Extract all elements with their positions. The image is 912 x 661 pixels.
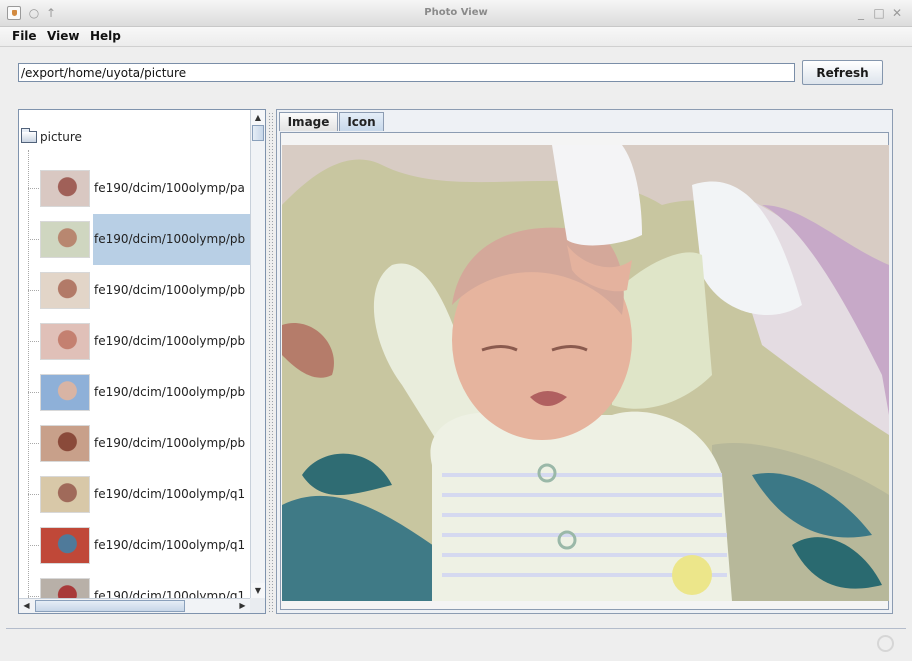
tree-item[interactable]: fe190/dcim/100olymp/pb bbox=[19, 367, 250, 418]
tree-connector-branch bbox=[28, 290, 39, 291]
close-icon[interactable]: ✕ bbox=[890, 6, 904, 20]
photo-thumbnail[interactable] bbox=[40, 221, 90, 258]
baby-photo bbox=[282, 145, 889, 601]
vertical-scrollbar[interactable]: ▲ ▼ bbox=[250, 110, 265, 598]
folder-icon bbox=[21, 128, 37, 143]
refresh-button[interactable]: Refresh bbox=[802, 60, 883, 85]
tab-image[interactable]: Image bbox=[279, 112, 338, 131]
tree-item[interactable]: fe190/dcim/100olymp/pb bbox=[19, 316, 250, 367]
tree-item[interactable]: fe190/dcim/100olymp/q1 bbox=[19, 520, 250, 571]
scroll-down-icon[interactable]: ▼ bbox=[251, 583, 265, 598]
tree-connector-branch bbox=[28, 596, 39, 597]
path-input[interactable] bbox=[18, 63, 795, 82]
tab-content bbox=[280, 132, 889, 610]
maximize-icon[interactable]: □ bbox=[872, 6, 886, 20]
tree-connector-branch bbox=[28, 392, 39, 393]
photo-thumbnail[interactable] bbox=[40, 323, 90, 360]
photo-thumbnail[interactable] bbox=[40, 374, 90, 411]
menu-help[interactable]: Help bbox=[90, 29, 121, 43]
tree-connector-branch bbox=[28, 188, 39, 189]
tree-item[interactable]: fe190/dcim/100olymp/q1 bbox=[19, 469, 250, 520]
tree-item[interactable]: fe190/dcim/100olymp/pb bbox=[19, 214, 253, 265]
status-bar-separator bbox=[6, 628, 906, 629]
tab-icon[interactable]: Icon bbox=[339, 112, 384, 131]
tree-item-label[interactable]: fe190/dcim/100olymp/q1 bbox=[93, 520, 253, 571]
tree-item[interactable]: fe190/dcim/100olymp/pa bbox=[19, 163, 250, 214]
tree-connector-branch bbox=[28, 545, 39, 546]
tree-item[interactable]: fe190/dcim/100olymp/pb bbox=[19, 265, 250, 316]
tree-connector-branch bbox=[28, 239, 39, 240]
tree-item[interactable]: fe190/dcim/100olymp/pb bbox=[19, 418, 250, 469]
tree-item-label[interactable]: fe190/dcim/100olymp/pb bbox=[93, 265, 253, 316]
scroll-up-icon[interactable]: ▲ bbox=[251, 110, 265, 125]
photo-thumbnail[interactable] bbox=[40, 425, 90, 462]
tree-item-label[interactable]: fe190/dcim/100olymp/pa bbox=[93, 163, 253, 214]
minimize-icon[interactable]: _ bbox=[854, 6, 868, 20]
tree-item-label[interactable]: fe190/dcim/100olymp/pb bbox=[93, 214, 253, 265]
tree-item-label[interactable]: fe190/dcim/100olymp/pb bbox=[93, 367, 253, 418]
scroll-right-icon[interactable]: ▶ bbox=[235, 599, 250, 613]
tree-connector-branch bbox=[28, 443, 39, 444]
window-title: Photo View bbox=[424, 7, 488, 18]
busy-indicator-icon bbox=[877, 635, 894, 652]
tree-connector-branch bbox=[28, 494, 39, 495]
photo-thumbnail[interactable] bbox=[40, 272, 90, 309]
tree-connector-branch bbox=[28, 341, 39, 342]
horizontal-scrollbar[interactable]: ◀ ▶ bbox=[19, 598, 250, 613]
tree-item-label[interactable]: fe190/dcim/100olymp/q1 bbox=[93, 469, 253, 520]
tabbed-pane: Image Icon bbox=[276, 109, 893, 614]
tree-root-label: picture bbox=[40, 130, 82, 144]
photo-thumbnail[interactable] bbox=[40, 170, 90, 207]
photo-thumbnail[interactable] bbox=[40, 527, 90, 564]
photo-thumbnail[interactable] bbox=[40, 476, 90, 513]
vertical-scroll-thumb[interactable] bbox=[252, 125, 264, 141]
menu-view[interactable]: View bbox=[47, 29, 79, 43]
tree-item-label[interactable]: fe190/dcim/100olymp/pb bbox=[93, 418, 253, 469]
menu-bar: File View Help bbox=[0, 27, 912, 47]
file-tree-panel[interactable]: picture fe190/dcim/100olymp/pa fe190/dcim… bbox=[18, 109, 266, 614]
horizontal-scroll-thumb[interactable] bbox=[35, 600, 185, 612]
title-bar: ○ ↑ Photo View _ □ ✕ bbox=[0, 0, 912, 27]
scroll-left-icon[interactable]: ◀ bbox=[19, 599, 34, 613]
scroll-corner bbox=[250, 598, 265, 613]
tree-item-label[interactable]: fe190/dcim/100olymp/pb bbox=[93, 316, 253, 367]
split-pane-divider[interactable] bbox=[268, 112, 273, 612]
menu-file[interactable]: File bbox=[12, 29, 37, 43]
